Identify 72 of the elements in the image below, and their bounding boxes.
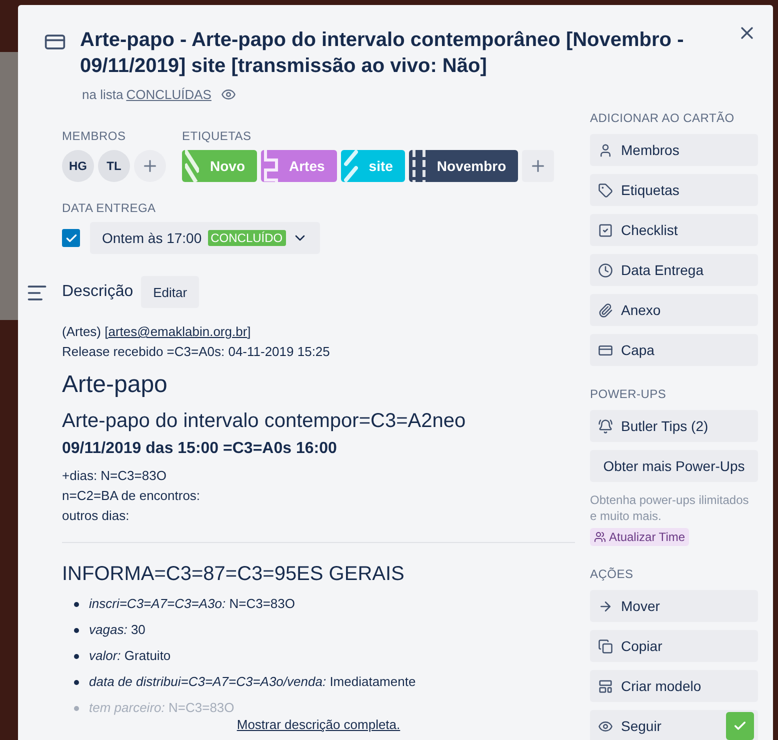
- sidebar-button[interactable]: Capa: [590, 334, 758, 366]
- add-member-button[interactable]: [134, 150, 166, 182]
- member-avatar[interactable]: HG: [62, 150, 94, 182]
- email-link[interactable]: artes@emaklabin.org.br: [108, 324, 248, 339]
- description-heading-small: 09/11/2019 das 15:00 =C3=A0s 16:00: [62, 439, 338, 459]
- sidebar-button[interactable]: Mover: [590, 590, 758, 622]
- description-line: +dias: N=C3=83O: [62, 467, 168, 485]
- list-item-text: valor: Gratuito: [89, 647, 171, 665]
- description-line: n=C2=BA de encontros:: [62, 487, 202, 505]
- list-item-text: vagas: 30: [89, 621, 146, 639]
- label-pattern-icon: [412, 150, 426, 182]
- sidebar-button[interactable]: Obter mais Power-Ups: [590, 450, 758, 482]
- due-date-heading: DATA ENTREGA: [62, 200, 157, 216]
- sidebar-button[interactable]: Copiar: [590, 630, 758, 662]
- power-ups-note: Obtenha power-ups ilimitados e muito mais.: [590, 492, 750, 524]
- sidebar-button[interactable]: Data Entrega: [590, 254, 758, 286]
- labels-heading: ETIQUETAS: [182, 128, 252, 144]
- show-full-description-link[interactable]: Mostrar descrição completa.: [236, 717, 400, 733]
- template-icon: [598, 678, 613, 694]
- check-icon: [64, 232, 78, 244]
- clock-icon: [598, 262, 613, 278]
- add-label-button[interactable]: [522, 150, 554, 182]
- bullet-icon: [74, 680, 79, 684]
- sidebar-heading: AÇÕES: [590, 566, 634, 582]
- copy-icon: [598, 638, 613, 654]
- label-pattern-icon: [264, 150, 278, 182]
- description-line: Release recebido =C3=A0s: 04-11-2019 15:25: [62, 343, 331, 361]
- bell-icon: [598, 418, 613, 434]
- description-heading-medium: INFORMA=C3=87=C3=95ES GERAIS: [62, 562, 406, 587]
- list-item-text: data de distribui=C3=A7=C3=A3o/venda: Imediatamente: [89, 673, 416, 691]
- bullet-icon: [74, 602, 79, 606]
- list-link[interactable]: CONCLUÍDAS: [126, 87, 212, 102]
- list-item-text: tem parceiro: N=C3=83O: [89, 699, 234, 717]
- eye-icon: [598, 718, 613, 734]
- tag-icon: [598, 182, 613, 198]
- bullet-icon: [74, 654, 79, 658]
- bullet-icon: [74, 706, 79, 710]
- paperclip-icon: [598, 302, 613, 318]
- list-item-text: inscri=C3=A7=C3=A3o: N=C3=83O: [89, 595, 295, 613]
- user-icon: [598, 142, 613, 158]
- sidebar-button[interactable]: Checklist: [590, 214, 758, 246]
- sidebar-button[interactable]: Criar modelo: [590, 670, 758, 702]
- sidebar-button[interactable]: Seguir: [590, 710, 758, 740]
- description-heading-medium: Arte-papo do intervalo contempor=C3=A2neo: [62, 409, 467, 434]
- sidebar-button[interactable]: Anexo: [590, 294, 758, 326]
- members-heading: MEMBROS: [62, 128, 127, 144]
- sidebar-heading: ADICIONAR AO CARTÃO: [590, 110, 736, 126]
- sidebar-button[interactable]: Membros: [590, 134, 758, 166]
- label-pattern-icon: [185, 150, 199, 182]
- description-line: (Artes) [artes@emaklabin.org.br]: [62, 323, 252, 341]
- sidebar-button[interactable]: Etiquetas: [590, 174, 758, 206]
- arrow-icon: [598, 598, 613, 614]
- sidebar-heading: POWER-UPS: [590, 386, 668, 402]
- plus-icon: [141, 157, 159, 175]
- due-date-button[interactable]: Ontem às 17:00 CONCLUÍDO: [90, 222, 320, 254]
- edit-button[interactable]: Editar: [141, 276, 200, 308]
- card-title[interactable]: Arte-papo - Arte-papo do intervalo contemporâneo [Novembro - 09/11/2019] site [transmissão ao vivo: Não]: [80, 27, 723, 79]
- watch-icon: [221, 87, 236, 102]
- bullet-icon: [74, 628, 79, 632]
- description-heading: Descrição: [62, 283, 134, 301]
- label-chip[interactable]: Novembro: [408, 150, 518, 182]
- list-prefix: na lista: [82, 87, 124, 102]
- member-avatar[interactable]: TL: [98, 150, 130, 182]
- label-pattern-icon: [344, 150, 358, 182]
- team-icon: [594, 531, 606, 543]
- cover-icon: [598, 342, 613, 358]
- checklist-icon: [598, 222, 613, 238]
- description-line: outros dias:: [62, 507, 130, 525]
- complete-checkbox[interactable]: [62, 229, 80, 247]
- upgrade-button[interactable]: Atualizar Time: [590, 528, 690, 546]
- sidebar-button[interactable]: Butler Tips (2): [590, 410, 758, 442]
- description-heading-large: Arte-papo: [62, 370, 168, 400]
